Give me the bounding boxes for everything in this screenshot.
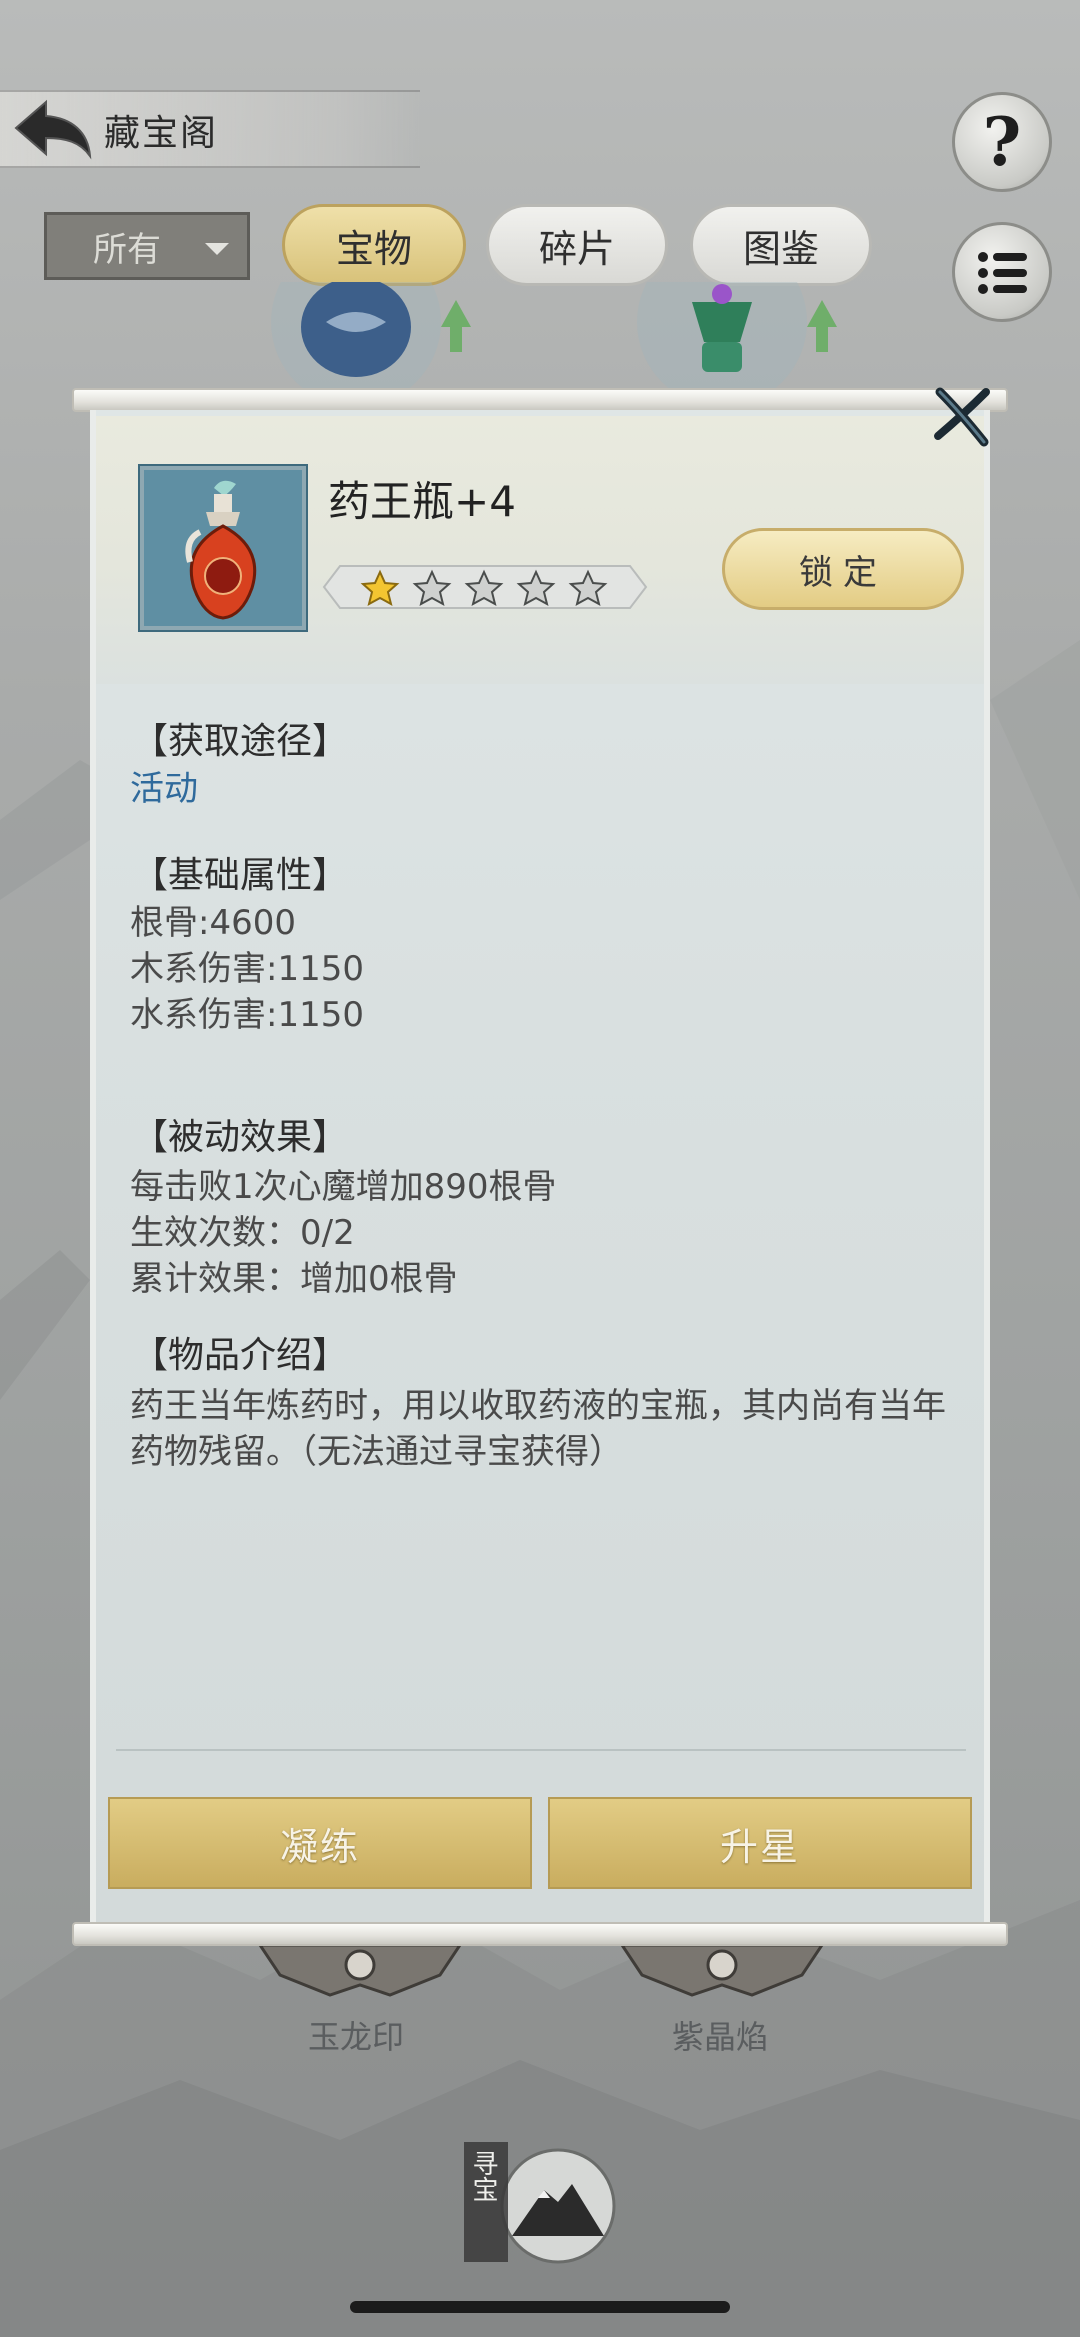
page-title: 藏宝阁 [104, 113, 219, 154]
filter-dropdown[interactable]: 所有 [44, 212, 250, 280]
upgrade-star-button[interactable]: 升星 [548, 1797, 972, 1889]
upgrade-star-label: 升星 [719, 1824, 800, 1869]
back-arrow-icon [14, 99, 92, 160]
treasure-item-icon[interactable] [266, 282, 486, 392]
star-rating [322, 565, 648, 609]
tab-treasure[interactable]: 宝物 [282, 204, 466, 286]
refine-button[interactable]: 凝练 [108, 1797, 532, 1889]
passive-line: 累计效果：增加0根骨 [130, 1259, 458, 1299]
tab-label: 图鉴 [742, 226, 819, 271]
close-icon [934, 387, 990, 447]
list-icon [978, 252, 1027, 294]
lock-label: 锁定 [799, 552, 887, 593]
passive-title: 【被动效果】 [132, 1117, 349, 1158]
dialog-top-roller [72, 388, 1008, 412]
lock-button[interactable]: 锁定 [722, 528, 964, 610]
treasure-item-icon[interactable] [632, 282, 852, 392]
pedestal-icon [620, 1945, 824, 1997]
dialog-bottom-roller [72, 1922, 1008, 1946]
pedestal-icon [258, 1945, 462, 1997]
passive-line: 每击败1次心魔增加890根骨 [130, 1167, 557, 1207]
stat-line: 水系伤害:1150 [130, 995, 364, 1035]
chevron-down-icon [205, 243, 229, 255]
treasure-hunt-label: 寻宝 [468, 2150, 498, 2202]
stat-line: 根骨:4600 [130, 903, 296, 943]
filter-selected: 所有 [93, 229, 161, 270]
refine-label: 凝练 [279, 1824, 360, 1869]
menu-button[interactable] [952, 222, 1052, 322]
tab-collection[interactable]: 图鉴 [690, 204, 872, 286]
item-name: 药王瓶+4 [328, 477, 516, 526]
tab-label: 碎片 [538, 226, 615, 271]
back-button[interactable] [10, 96, 96, 162]
help-button[interactable]: ? [952, 92, 1052, 192]
intro-title: 【物品介绍】 [132, 1335, 349, 1376]
acquire-link[interactable]: 活动 [130, 766, 198, 812]
intro-text: 药王当年炼药时，用以收取药液的宝瓶，其内尚有当年药物残留。（无法通过寻宝获得） [130, 1386, 946, 1472]
close-button[interactable] [930, 384, 994, 448]
treasure-label: 玉龙印 [308, 2018, 405, 2056]
passive-line: 生效次数：0/2 [130, 1213, 355, 1253]
tab-fragments[interactable]: 碎片 [486, 204, 668, 286]
stat-line: 木系伤害:1150 [130, 949, 364, 989]
medicine-bottle-icon [185, 480, 257, 620]
item-icon-frame [138, 464, 308, 632]
divider [116, 1749, 966, 1751]
question-icon: ? [982, 103, 1022, 181]
treasure-label: 紫晶焰 [672, 2018, 769, 2056]
acquire-title: 【获取途径】 [132, 721, 349, 762]
home-indicator [350, 2301, 730, 2313]
tab-label: 宝物 [335, 226, 412, 271]
base-stats-title: 【基础属性】 [132, 855, 349, 896]
treasure-hunt-button[interactable]: 寻宝 [462, 2140, 622, 2270]
